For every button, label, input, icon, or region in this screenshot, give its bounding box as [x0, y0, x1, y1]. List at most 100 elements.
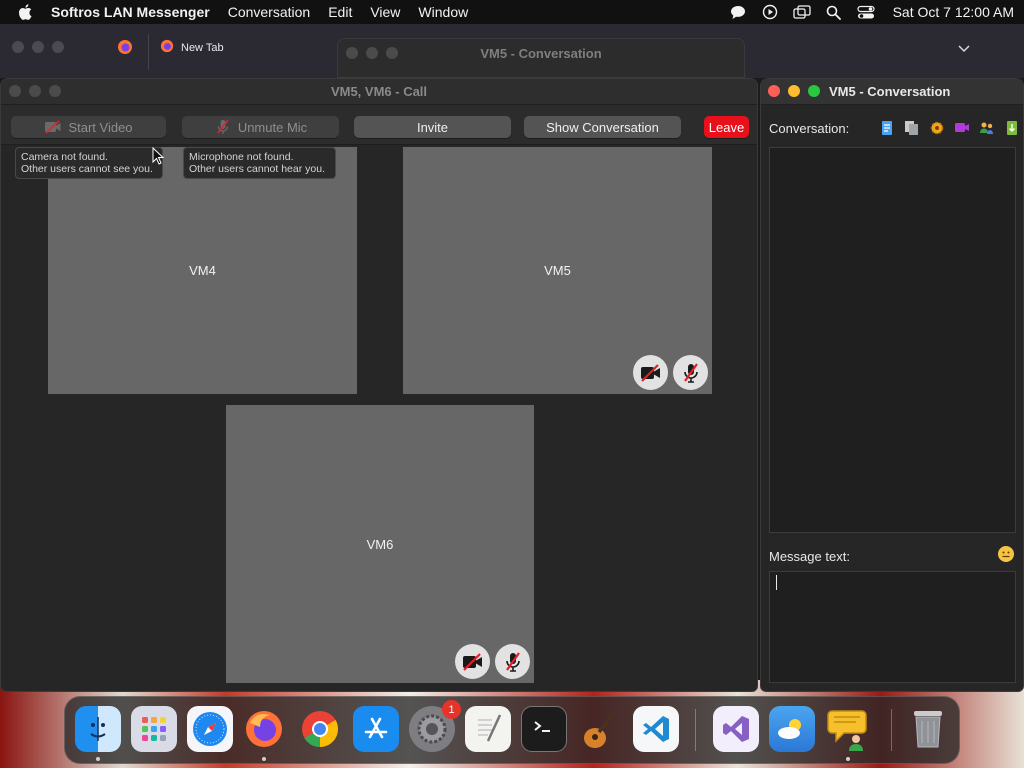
dock-visual-studio[interactable]	[713, 706, 759, 752]
dock-garageband[interactable]	[577, 706, 623, 752]
start-video-label: Start Video	[68, 119, 133, 135]
tab-divider	[148, 34, 149, 70]
conversation-window: VM5 - Conversation Conversation: Message…	[760, 78, 1024, 692]
dock: 1	[64, 696, 960, 764]
participant-tile-vm5[interactable]: VM5	[403, 147, 712, 394]
participant-tile-vm4[interactable]: VM4	[48, 147, 357, 394]
video-call-icon[interactable]	[953, 119, 970, 136]
dock-safari[interactable]	[187, 706, 233, 752]
tooltip-line: Microphone not found.	[189, 151, 294, 163]
dock-terminal[interactable]	[521, 706, 567, 752]
minimize-button[interactable]	[32, 41, 44, 53]
mic-off-icon	[495, 644, 530, 679]
firefox-view-icon[interactable]	[117, 39, 133, 55]
mouse-pointer-icon	[152, 146, 165, 168]
participant-name: VM5	[544, 263, 571, 278]
play-icon[interactable]	[761, 4, 779, 20]
dock-system-settings[interactable]: 1	[409, 700, 461, 752]
zoom-button[interactable]	[52, 41, 64, 53]
control-center-icon[interactable]	[856, 4, 875, 20]
close-button[interactable]	[768, 85, 780, 97]
dock-running-indicator	[262, 757, 266, 761]
messenger-icon	[827, 710, 867, 751]
tooltip-line: Other users cannot see you.	[21, 163, 153, 175]
conversation-titlebar: VM5 - Conversation	[761, 79, 1023, 105]
message-text-input[interactable]	[769, 571, 1016, 683]
start-video-button[interactable]: Start Video	[11, 116, 166, 138]
tooltip-line: Camera not found.	[21, 151, 108, 163]
menu-view[interactable]: View	[370, 4, 400, 20]
participant-name: VM4	[189, 263, 216, 278]
menu-edit[interactable]: Edit	[328, 4, 352, 20]
dock-firefox[interactable]	[241, 706, 287, 752]
mic-off-icon	[214, 119, 232, 135]
conversation-window-title: VM5 - Conversation	[829, 84, 951, 99]
firefox-icon	[160, 39, 174, 56]
file-transfer-icon[interactable]	[1003, 119, 1020, 136]
background-conversation-window: VM5 - Conversation	[337, 38, 745, 78]
minimize-button[interactable]	[788, 85, 800, 97]
conversation-label: Conversation:	[769, 121, 850, 136]
leave-button[interactable]: Leave	[704, 116, 749, 138]
add-users-icon[interactable]	[978, 119, 995, 136]
apple-icon[interactable]	[18, 4, 34, 20]
app-store-icon	[364, 717, 388, 739]
invite-button[interactable]: Invite	[354, 116, 511, 138]
menu-window[interactable]: Window	[418, 4, 468, 20]
mic-off-icon	[673, 355, 708, 390]
menu-clock[interactable]: Sat Oct 7 12:00 AM	[893, 4, 1014, 20]
call-window: VM5, VM6 - Call Start Video Unmute Mic I…	[0, 78, 758, 692]
dock-separator	[891, 709, 892, 751]
zoom-button[interactable]	[808, 85, 820, 97]
unmute-mic-button[interactable]: Unmute Mic	[182, 116, 339, 138]
conversation-history-panel[interactable]	[769, 147, 1016, 533]
copy-icon[interactable]	[903, 119, 920, 136]
browser-tab-title: New Tab	[181, 41, 224, 54]
textedit-icon	[478, 714, 502, 742]
visual-studio-icon	[723, 716, 749, 742]
conversation-toolbar	[878, 119, 1020, 136]
browser-tab[interactable]: New Tab	[160, 39, 224, 56]
dock-vscode[interactable]	[633, 706, 679, 752]
participant-tile-vm6[interactable]: VM6	[226, 405, 534, 683]
menu-bar: Softros LAN Messenger Conversation Edit …	[0, 0, 1024, 24]
unmute-mic-label: Unmute Mic	[237, 119, 308, 135]
chevron-down-icon[interactable]	[956, 40, 972, 56]
participant-name: VM6	[366, 536, 394, 552]
history-icon[interactable]	[878, 119, 895, 136]
dock-weather[interactable]	[769, 706, 815, 752]
dock-textedit[interactable]	[465, 706, 511, 752]
call-window-title: VM5, VM6 - Call	[330, 84, 428, 99]
chrome-icon	[302, 711, 338, 747]
screen-mirror-icon[interactable]	[792, 4, 811, 20]
microphone-tooltip: Microphone not found. Other users cannot…	[183, 147, 336, 179]
safari-icon	[193, 712, 227, 746]
dock-chrome[interactable]	[297, 706, 343, 752]
dock-launchpad[interactable]	[131, 706, 177, 752]
vscode-icon	[643, 716, 669, 742]
camera-tooltip: Camera not found. Other users cannot see…	[15, 147, 163, 179]
close-button[interactable]	[12, 41, 24, 53]
message-text-label: Message text:	[769, 549, 850, 564]
browser-window-controls	[12, 41, 64, 53]
video-off-icon	[44, 119, 62, 135]
menu-conversation[interactable]: Conversation	[228, 4, 311, 20]
dock-finder[interactable]	[75, 706, 121, 752]
show-conversation-button[interactable]: Show Conversation	[524, 116, 681, 138]
dock-app-store[interactable]	[353, 706, 399, 752]
participant-status-icons	[633, 355, 708, 390]
dock-softros-messenger[interactable]	[825, 706, 871, 752]
weather-icon	[778, 719, 801, 739]
emoji-icon[interactable]	[997, 545, 1015, 563]
settings-icon[interactable]	[928, 119, 945, 136]
dock-trash[interactable]	[905, 706, 951, 752]
chat-bubble-icon[interactable]	[729, 4, 747, 20]
finder-icon	[90, 717, 106, 741]
dock-running-indicator	[96, 757, 100, 761]
menu-app-name[interactable]: Softros LAN Messenger	[51, 4, 210, 20]
trash-icon	[914, 711, 942, 748]
window-controls	[768, 85, 820, 97]
search-icon[interactable]	[825, 4, 843, 20]
window-title: VM5 - Conversation	[480, 46, 602, 61]
tooltip-line: Other users cannot hear you.	[189, 163, 325, 175]
